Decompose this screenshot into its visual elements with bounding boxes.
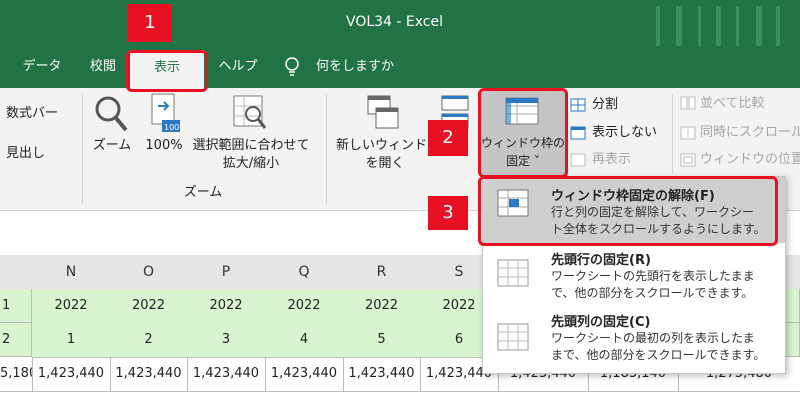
- menu-item-desc: ワークシートの先頭行を表示したまま: [551, 269, 755, 283]
- freeze-first-column-icon: [497, 323, 531, 353]
- menu-item-title: 先頭行の固定(R): [551, 253, 651, 268]
- new-window-icon: [366, 94, 402, 132]
- table-cell[interactable]: 1,423,440: [265, 357, 344, 392]
- window-title: VOL34 - Excel: [346, 14, 444, 30]
- table-cell[interactable]: 1,423,440: [32, 357, 111, 392]
- magnifier-icon: [94, 94, 128, 134]
- table-cell[interactable]: 1: [32, 323, 111, 358]
- column-header-n[interactable]: N: [32, 255, 111, 290]
- column-header-p[interactable]: P: [187, 255, 266, 290]
- zoom-to-selection-icon: [232, 94, 268, 132]
- menu-item-desc: ワークシートの最初の列を表示したま: [551, 331, 755, 345]
- new-window-line2: を開く: [365, 156, 405, 171]
- group-divider: [326, 94, 327, 204]
- highlight-freeze-button: [478, 88, 568, 178]
- zoom-selection-line1: 選択範囲に合わせて: [192, 138, 310, 153]
- new-window-line1: 新しいウィンドウ: [336, 138, 434, 153]
- title-decoration: [636, 6, 796, 46]
- reset-position-button[interactable]: ウィンドウの位置を: [700, 152, 800, 168]
- column-header-r[interactable]: R: [343, 255, 421, 290]
- column-header[interactable]: [0, 255, 33, 290]
- zoom-100-icon: 100: [150, 92, 180, 134]
- side-by-side-button[interactable]: 並べて比較: [700, 96, 764, 112]
- menu-item-freeze-first-column[interactable]: 先頭列の固定(C) ワークシートの最初の列を表示したま まで、他の部分をスクロー…: [483, 307, 785, 371]
- zoom-selection-line2: 拡大/縮小: [222, 156, 280, 171]
- tab-review[interactable]: 校閲: [80, 46, 126, 88]
- sync-scroll-icon: [680, 126, 696, 140]
- table-cell[interactable]: 2022: [32, 289, 111, 324]
- zoom-group-label: ズーム: [183, 185, 223, 200]
- sync-scroll-button[interactable]: 同時にスクロール: [700, 125, 800, 141]
- freeze-top-row-icon: [497, 259, 531, 289]
- side-by-side-icon: [680, 96, 696, 110]
- hide-window-button[interactable]: 表示しない: [592, 125, 657, 141]
- step-badge-1: 1: [128, 4, 172, 42]
- menu-item-title: 先頭列の固定(C): [551, 315, 651, 330]
- decorative-stripes-icon: [656, 6, 780, 46]
- step-badge-3: 3: [428, 196, 468, 230]
- lightbulb-icon: [284, 57, 300, 79]
- split-icon: [570, 98, 586, 112]
- title-bar: VOL34 - Excel: [0, 0, 800, 46]
- table-cell[interactable]: 4: [265, 323, 344, 358]
- new-window-button[interactable]: 新しいウィンドウ を開く: [336, 138, 434, 172]
- table-cell[interactable]: 2022: [110, 289, 188, 324]
- group-divider: [82, 94, 83, 204]
- column-header-o[interactable]: O: [110, 255, 188, 290]
- zoom-button[interactable]: ズーム: [90, 138, 134, 154]
- table-cell[interactable]: 2: [0, 323, 32, 357]
- tab-data[interactable]: データ: [14, 46, 70, 88]
- table-cell[interactable]: 3: [187, 323, 266, 358]
- hide-window-icon: [570, 126, 586, 140]
- table-cell[interactable]: 1: [0, 289, 32, 323]
- zoom-to-selection-button[interactable]: 選択範囲に合わせて 拡大/縮小: [188, 138, 314, 172]
- table-cell[interactable]: 2022: [187, 289, 266, 324]
- table-cell[interactable]: 2022: [265, 289, 344, 324]
- table-cell[interactable]: 5,180: [0, 357, 33, 392]
- table-cell[interactable]: 5: [343, 323, 421, 358]
- tab-help[interactable]: ヘルプ: [210, 46, 266, 88]
- table-cell[interactable]: 1,423,440: [187, 357, 266, 392]
- next-row: [0, 391, 800, 405]
- split-button[interactable]: 分割: [592, 97, 618, 113]
- highlight-unfreeze-item: [478, 176, 778, 246]
- tell-me-search[interactable]: 何をしますか: [316, 46, 396, 88]
- highlight-view-tab: [126, 50, 208, 92]
- table-cell[interactable]: 2: [110, 323, 188, 358]
- table-cell[interactable]: 1,423,440: [110, 357, 188, 392]
- menu-item-desc: まで、他の部分をスクロールできます。: [551, 348, 766, 362]
- group-divider: [672, 94, 673, 174]
- headings-toggle[interactable]: 見出し: [6, 146, 45, 162]
- column-header-q[interactable]: Q: [265, 255, 344, 290]
- unhide-window-button[interactable]: 再表示: [592, 152, 631, 168]
- ribbon-tab-bar: データ 校閲 表示 ヘルプ 何をしますか: [0, 46, 800, 88]
- reset-position-icon: [680, 153, 696, 167]
- step-badge-2: 2: [428, 120, 468, 156]
- zoom-100-button[interactable]: 100%: [142, 138, 186, 154]
- svg-text:100: 100: [164, 123, 179, 132]
- formula-bar-toggle[interactable]: 数式バー: [6, 106, 58, 122]
- table-cell[interactable]: 1,423,440: [343, 357, 421, 392]
- unhide-window-icon: [570, 153, 586, 167]
- menu-item-freeze-top-row[interactable]: 先頭行の固定(R) ワークシートの先頭行を表示したまま で、他の部分をスクロール…: [483, 245, 785, 307]
- table-cell[interactable]: 2022: [343, 289, 421, 324]
- menu-item-desc: で、他の部分をスクロールできます。: [551, 286, 754, 300]
